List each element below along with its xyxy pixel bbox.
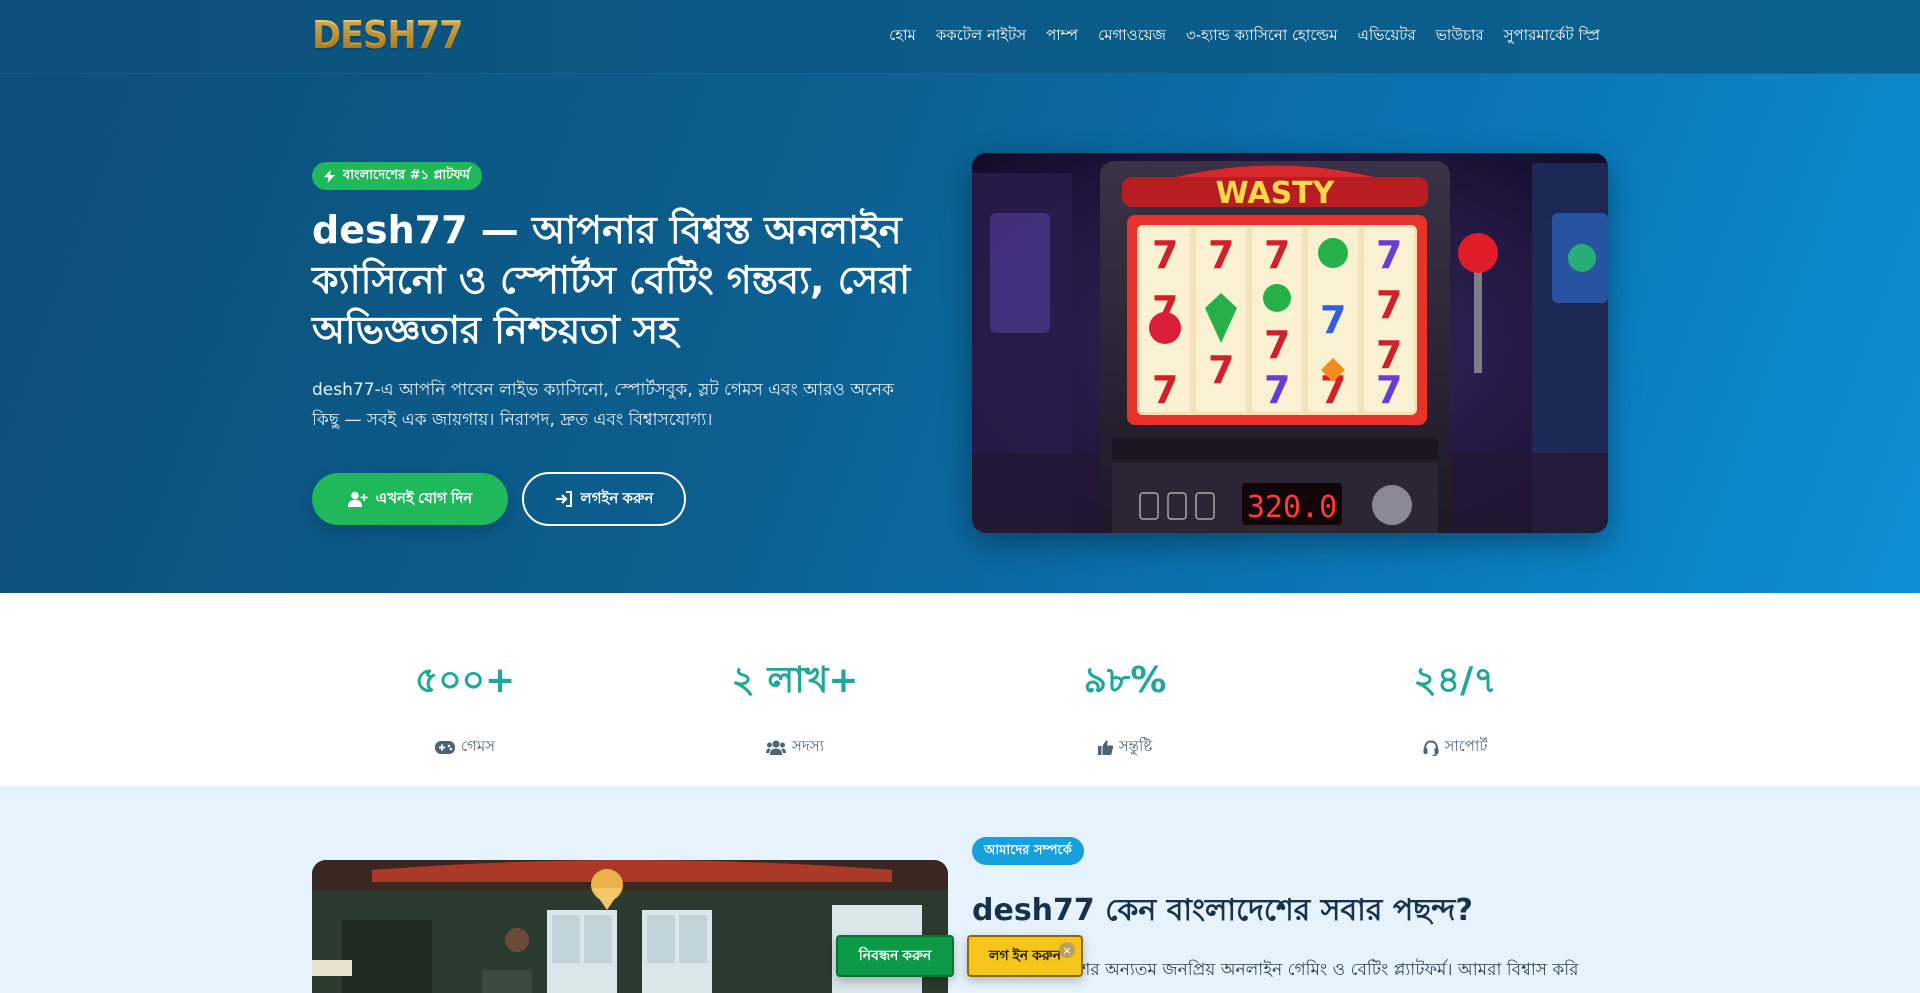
close-icon[interactable]: ×	[1059, 942, 1075, 958]
platform-badge: বাংলাদেশের #১ প্লাটফর্ম	[312, 162, 483, 190]
thumbs-up-icon	[1097, 740, 1113, 755]
hero-description: desh77-এ আপনি পাবেন লাইভ ক্যাসিনো, স্পোর…	[312, 380, 894, 430]
svg-text:7: 7	[1376, 283, 1402, 327]
stat-members: ২ লাখ+ সদস্য	[675, 653, 915, 760]
headset-icon	[1423, 739, 1439, 756]
nav-item-voucher[interactable]: ভাউচার	[1436, 24, 1484, 49]
slot-machine-display: 320.0	[1247, 490, 1337, 525]
nav-item-aviator[interactable]: এভিয়েটর	[1358, 24, 1416, 49]
stat-value: ৫০০+	[414, 660, 516, 701]
nav-item-megaways[interactable]: মেগাওয়েজ	[1098, 24, 1166, 49]
svg-text:7: 7	[1264, 368, 1290, 412]
svg-text:7: 7	[1320, 298, 1346, 342]
about-badge: আমাদের সম্পর্কে	[972, 837, 1084, 865]
stat-value: ২৪/৭	[1413, 660, 1497, 701]
slot-machine-image: WASTY 7 7 7 7 7 7 7 7 7 7 7 7 7 7 320.0	[972, 153, 1608, 533]
stat-label: সন্তুষ্টি	[1118, 737, 1153, 755]
hero-section	[0, 74, 1920, 594]
stat-games: ৫০০+ গেমস	[345, 653, 585, 760]
nav-item-supermarket-spree[interactable]: সুপারমার্কেট স্প্রি	[1504, 24, 1600, 49]
join-now-label: এখনই যোগ দিন	[375, 489, 473, 507]
svg-text:7: 7	[1264, 233, 1290, 277]
stat-satisfaction: ৯৮% সন্তুষ্টি	[1005, 653, 1245, 760]
svg-text:7: 7	[1208, 348, 1234, 392]
svg-text:7: 7	[1208, 233, 1234, 277]
main-nav: হোম ককটেল নাইটস পাম্প মেগাওয়েজ ৩-হ্যান্…	[869, 24, 1600, 49]
nav-item-cocktail-nights[interactable]: ককটেল নাইটস	[936, 24, 1026, 49]
user-plus-icon	[347, 491, 368, 507]
users-icon	[765, 740, 786, 755]
login-button[interactable]: লগইন করুন	[522, 472, 686, 526]
stat-label: গেমস	[460, 737, 496, 755]
svg-text:7: 7	[1264, 323, 1290, 367]
svg-text:7: 7	[1152, 368, 1178, 412]
floating-register-button[interactable]: নিবন্ধন করুন	[836, 935, 954, 977]
stat-support: ২৪/৭ সাপোর্ট	[1335, 653, 1575, 760]
stat-value: ২ লাখ+	[731, 660, 859, 701]
platform-badge-label: বাংলাদেশের #১ প্লাটফর্ম	[343, 167, 471, 183]
site-logo[interactable]: DESH77	[312, 13, 463, 59]
join-now-button[interactable]: এখনই যোগ দিন	[312, 473, 508, 525]
login-label: লগইন করুন	[580, 489, 654, 507]
about-title: desh77 কেন বাংলাদেশের সবার পছন্দ?	[972, 893, 1473, 928]
stat-label: সদস্য	[791, 737, 825, 755]
svg-text:7: 7	[1376, 368, 1402, 412]
slot-machine-title: WASTY	[1216, 176, 1336, 211]
nav-item-home[interactable]: হোম	[889, 24, 916, 49]
svg-text:7: 7	[1152, 233, 1178, 277]
gamepad-icon	[434, 741, 455, 754]
nav-item-pump[interactable]: পাম্প	[1046, 24, 1078, 49]
hero-title: desh77 — আপনার বিশ্বস্ত অনলাইন ক্যাসিনো …	[312, 208, 911, 352]
about-section: আমাদের সম্পর্কে desh77 কেন বাংলাদেশের সব…	[0, 786, 1920, 993]
svg-text:7: 7	[1376, 233, 1402, 277]
sign-in-icon	[555, 491, 573, 507]
stat-value: ৯৮%	[1083, 660, 1167, 701]
stat-label: সাপোর্ট	[1444, 737, 1488, 755]
bolt-icon	[324, 169, 335, 183]
about-text: লাদেশের অন্যতম জনপ্রিয় অনলাইন গেমিং ও ব…	[1040, 960, 1579, 980]
site-header: DESH77 হোম ককটেল নাইটস পাম্প মেগাওয়েজ ৩…	[0, 0, 1920, 74]
nav-item-3-hand-casino-holdem[interactable]: ৩-হ্যান্ড ক্যাসিনো হোল্ডেম	[1186, 24, 1338, 49]
stats-section: ৫০০+ গেমস ২ লাখ+ সদস্য ৯৮% সন্তুষ্টি ২৪/…	[0, 593, 1920, 786]
